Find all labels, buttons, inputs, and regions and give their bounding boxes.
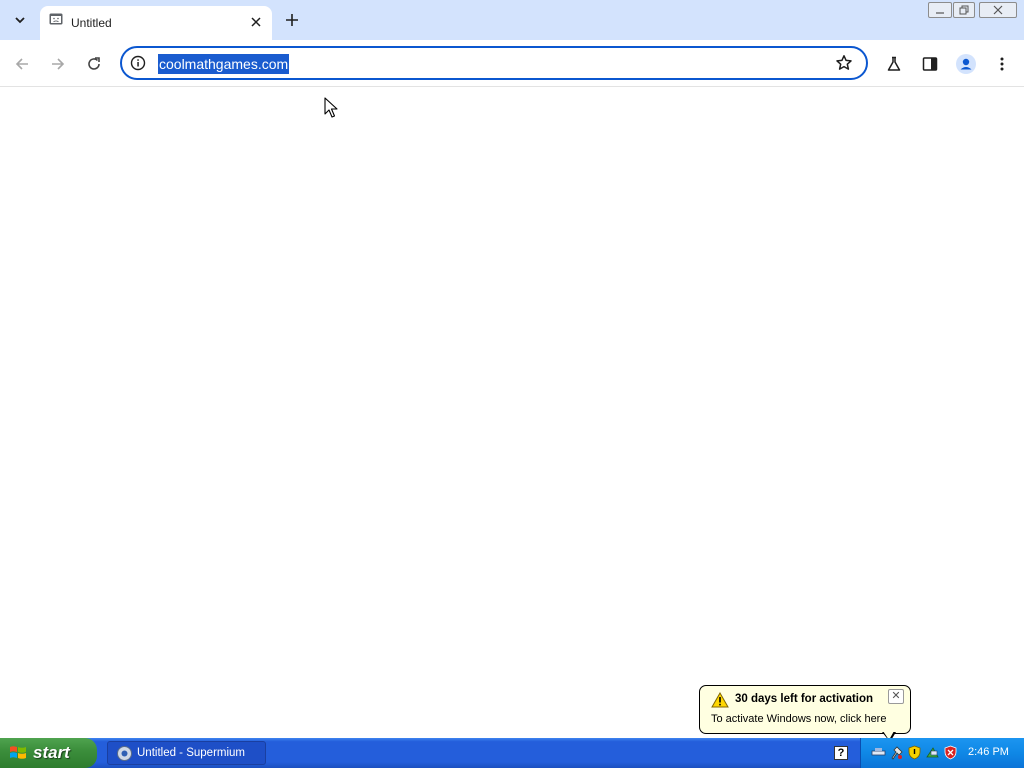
kebab-menu-icon (1000, 57, 1004, 71)
network-icon[interactable] (871, 745, 886, 760)
plus-icon (286, 14, 298, 26)
tab-strip: Untitled (0, 0, 1024, 40)
minimize-icon (936, 12, 944, 14)
reload-button[interactable] (81, 51, 107, 77)
side-panel-icon (922, 57, 938, 71)
address-bar[interactable]: coolmathgames.com (120, 46, 868, 80)
bookmark-star-icon[interactable] (835, 54, 853, 72)
menu-button[interactable] (989, 51, 1015, 77)
profile-button[interactable] (953, 51, 979, 77)
security-shield-icon[interactable] (907, 745, 922, 760)
notification-text[interactable]: To activate Windows now, click here (711, 713, 886, 725)
flask-icon (887, 56, 901, 71)
browser-toolbar: coolmathgames.com (0, 40, 1024, 87)
tab-search-button[interactable] (8, 8, 32, 32)
window-close-button[interactable] (979, 2, 1017, 18)
back-button[interactable] (9, 51, 35, 77)
clock[interactable]: 2:46 PM (968, 746, 1009, 758)
forward-button[interactable] (45, 51, 71, 77)
system-tray: 2:46 PM (860, 738, 1024, 768)
arrow-left-icon (15, 58, 28, 70)
tab-close-button[interactable] (246, 12, 266, 32)
minimize-button[interactable] (928, 2, 952, 18)
safely-remove-hardware-icon[interactable] (889, 745, 904, 760)
mouse-cursor-icon (324, 97, 338, 118)
notification-title: 30 days left for activation (735, 693, 874, 705)
taskbar: start Untitled - Supermium ? 2:46 PM (0, 738, 1024, 768)
notification-close-button[interactable]: ✕ (888, 689, 904, 704)
chevron-down-icon (15, 17, 25, 24)
taskbar-item-supermium[interactable]: Untitled - Supermium (107, 741, 266, 765)
info-icon[interactable] (130, 55, 146, 71)
new-tab-button[interactable] (281, 9, 303, 31)
avatar-icon (956, 54, 976, 74)
warning-icon (711, 692, 729, 708)
page-content[interactable] (0, 88, 1024, 738)
tab-untitled[interactable]: Untitled (40, 6, 272, 40)
supermium-icon (117, 746, 132, 761)
restore-button[interactable] (953, 2, 975, 18)
tab-title: Untitled (71, 16, 112, 30)
side-panel-button[interactable] (917, 51, 943, 77)
sad-page-icon (49, 13, 63, 25)
start-label: start (33, 743, 70, 762)
start-button[interactable]: start (0, 738, 97, 768)
close-icon (251, 17, 261, 27)
windows-logo-icon (10, 746, 26, 759)
restore-icon (959, 5, 969, 15)
url-text[interactable]: coolmathgames.com (158, 54, 290, 74)
help-icon[interactable]: ? (834, 746, 848, 760)
reload-icon (88, 57, 100, 70)
close-icon (993, 5, 1003, 15)
arrow-right-icon (52, 58, 65, 70)
labs-button[interactable] (881, 51, 907, 77)
taskbar-item-label: Untitled - Supermium (137, 747, 246, 759)
security-alert-icon[interactable] (943, 745, 958, 760)
network-connections-icon[interactable] (925, 745, 940, 760)
activation-notification[interactable]: 30 days left for activation To activate … (699, 685, 911, 734)
